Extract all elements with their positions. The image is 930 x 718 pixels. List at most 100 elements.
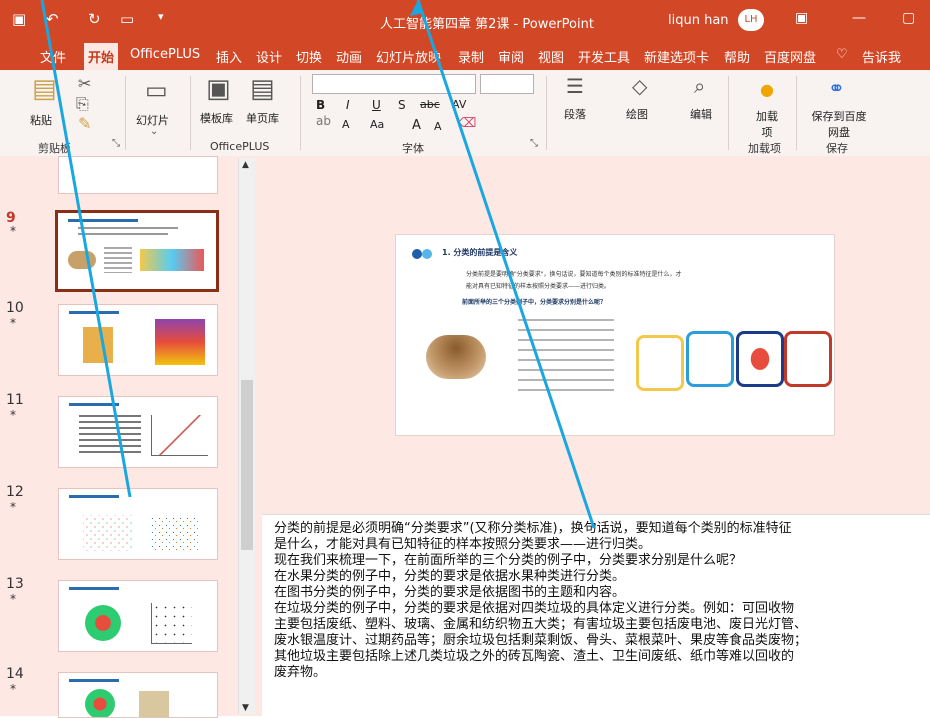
- single-page-button[interactable]: 单页库: [246, 110, 279, 126]
- baidu-netdisk-icon[interactable]: ⚭: [828, 76, 845, 100]
- tab-file[interactable]: 文件: [40, 47, 66, 66]
- format-painter-icon[interactable]: ✎: [78, 114, 91, 133]
- strikethrough-button[interactable]: abc: [420, 98, 440, 111]
- tab-new-tab[interactable]: 新建选项卡: [644, 47, 709, 66]
- tab-insert[interactable]: 插入: [216, 47, 242, 66]
- font-size-select[interactable]: [480, 74, 534, 94]
- present-icon[interactable]: ▭: [120, 10, 134, 28]
- maximize-icon[interactable]: ▢: [902, 10, 915, 26]
- redo-icon[interactable]: ↻: [88, 10, 101, 28]
- addins-icon[interactable]: ●: [760, 80, 774, 99]
- animation-star-icon: *: [10, 682, 16, 696]
- scroll-down-icon[interactable]: ▼: [242, 703, 249, 713]
- drawing-button[interactable]: 绘图: [626, 106, 648, 122]
- slide-question: 前面所举的三个分类例子中，分类要求分别是什么呢？: [462, 299, 607, 306]
- notes-line: 在图书分类的例子中，分类的要求是依据图书的主题和内容。: [274, 585, 626, 600]
- scrollbar-handle[interactable]: [241, 380, 253, 550]
- slide-number: 10: [6, 300, 24, 316]
- ribbon: ▤ ✂ ⎘ ✎ 粘贴 剪贴板 ⤡ ▭ 幻灯片 ⌄ ▣ ▤ 模板库 单页库 Off…: [0, 70, 930, 157]
- notes-line: 现在我们来梳理一下，在前面所举的三个分类的例子中，分类要求分别是什么呢？: [274, 553, 743, 568]
- shapes-icon[interactable]: ◇: [632, 74, 647, 98]
- tab-transitions[interactable]: 切换: [296, 47, 322, 66]
- save-to-baidu-button[interactable]: 保存到百度网盘: [808, 108, 870, 140]
- undo-icon[interactable]: ↶: [46, 10, 59, 28]
- slide-number: 14: [6, 666, 24, 682]
- addins-button[interactable]: 加载项: [752, 108, 782, 140]
- slide-thumbnail-13[interactable]: [58, 580, 218, 652]
- title-bar: ▣ ↶ ↻ ▭ ▾ 人工智能第四章 第2课 - PowerPoint liqun…: [0, 0, 930, 40]
- highlight-icon[interactable]: ab: [316, 114, 331, 128]
- cut-icon[interactable]: ✂: [78, 74, 91, 93]
- ribbon-display-icon[interactable]: ▣: [795, 10, 808, 26]
- tab-officeplus[interactable]: OfficePLUS: [130, 47, 200, 62]
- tab-home[interactable]: 开始: [84, 43, 119, 72]
- slide-thumbnail-14[interactable]: [58, 672, 218, 718]
- template-button[interactable]: 模板库: [200, 110, 233, 126]
- speaker-notes[interactable]: 分类的前提是必须明确“分类要求”(又称分类标准)，换句话说，要知道每个类别的标准…: [262, 514, 930, 717]
- font-color-button[interactable]: A: [342, 118, 350, 131]
- tab-review[interactable]: 审阅: [498, 47, 524, 66]
- notes-line: 其他垃圾主要包括除上述几类垃圾之外的砖瓦陶瓷、渣土、卫生间废纸、纸巾等难以回收的: [274, 649, 795, 664]
- tab-baidu-netdisk[interactable]: 百度网盘: [764, 47, 816, 66]
- slide-thumbnail-prev[interactable]: [58, 156, 218, 194]
- slide-canvas[interactable]: 1. 分类的前提是含义 分类前提是要明确"分类要求"，换句话说，要知道每个类别的…: [395, 234, 835, 436]
- font-name-select[interactable]: [312, 74, 476, 94]
- save-icon[interactable]: ▣: [12, 10, 26, 28]
- avatar[interactable]: LH: [738, 9, 764, 31]
- tab-design[interactable]: 设计: [256, 47, 282, 66]
- clear-format-icon[interactable]: ⌫: [458, 116, 476, 131]
- save-group-label: 保存: [826, 142, 848, 155]
- italic-button[interactable]: I: [346, 98, 350, 112]
- change-case-button[interactable]: Aa: [370, 118, 384, 131]
- tab-developer[interactable]: 开发工具: [578, 47, 630, 66]
- shadow-button[interactable]: S: [398, 98, 406, 112]
- notes-text[interactable]: 分类的前提是必须明确“分类要求”(又称分类标准)，换句话说，要知道每个类别的标准…: [274, 521, 930, 681]
- paragraph-icon[interactable]: ☰: [566, 74, 584, 98]
- tab-record[interactable]: 录制: [458, 47, 484, 66]
- font-launcher-icon[interactable]: ⤡: [530, 138, 538, 149]
- divider: [796, 76, 797, 150]
- notes-line: 在水果分类的例子中，分类的要求是依据水果种类进行分类。: [274, 569, 626, 584]
- template-icon[interactable]: ▣: [206, 74, 231, 104]
- slide-number: 13: [6, 576, 24, 592]
- animation-star-icon: *: [10, 224, 16, 238]
- slide-thumbnail-12[interactable]: [58, 488, 218, 560]
- clipboard-launcher-icon[interactable]: ⤡: [112, 138, 120, 149]
- bold-button[interactable]: B: [316, 98, 325, 112]
- tab-tell-me[interactable]: 告诉我: [862, 47, 901, 66]
- slide-number: 12: [6, 484, 24, 500]
- chevron-down-icon[interactable]: ⌄: [150, 126, 158, 137]
- editing-button[interactable]: 编辑: [690, 106, 712, 122]
- document-title: 人工智能第四章 第2课 - PowerPoint: [380, 17, 594, 32]
- tab-slideshow[interactable]: 幻灯片放映: [376, 47, 441, 66]
- minimize-icon[interactable]: —: [852, 10, 866, 26]
- shrink-font-button[interactable]: A: [434, 120, 442, 133]
- search-icon[interactable]: ⌕: [694, 74, 705, 98]
- slide-thumbnail-9[interactable]: [55, 210, 219, 292]
- bullet-icon: [422, 249, 432, 259]
- grow-font-button[interactable]: A: [412, 118, 421, 133]
- customize-icon[interactable]: ▾: [158, 10, 164, 23]
- tab-view[interactable]: 视图: [538, 47, 564, 66]
- lightbulb-icon[interactable]: ♡: [836, 47, 848, 62]
- scroll-up-icon[interactable]: ▲: [242, 160, 249, 170]
- paste-icon[interactable]: ▤: [32, 74, 57, 104]
- character-spacing-button[interactable]: AV: [452, 98, 466, 111]
- underline-button[interactable]: U: [372, 98, 381, 112]
- other-bin-image: [784, 331, 832, 387]
- paste-button[interactable]: 粘贴: [30, 112, 52, 128]
- new-slide-icon[interactable]: ▭: [145, 76, 168, 104]
- slide-heading: 1. 分类的前提是含义: [442, 248, 518, 257]
- notes-line: 在垃圾分类的例子中，分类的要求是依据对四类垃圾的具体定义进行分类。例如：可回收物: [274, 601, 795, 616]
- single-page-icon[interactable]: ▤: [250, 74, 275, 104]
- slide-thumbnail-11[interactable]: [58, 396, 218, 468]
- user-name[interactable]: liqun han: [668, 13, 729, 28]
- slide-thumbnail-10[interactable]: [58, 304, 218, 376]
- animation-star-icon: *: [10, 316, 16, 330]
- animation-star-icon: *: [10, 408, 16, 422]
- tab-animations[interactable]: 动画: [336, 47, 362, 66]
- copy-icon[interactable]: ⎘: [76, 94, 89, 114]
- notes-line: 废弃物。: [274, 665, 327, 680]
- paragraph-button[interactable]: 段落: [564, 106, 586, 122]
- tab-help[interactable]: 帮助: [724, 47, 750, 66]
